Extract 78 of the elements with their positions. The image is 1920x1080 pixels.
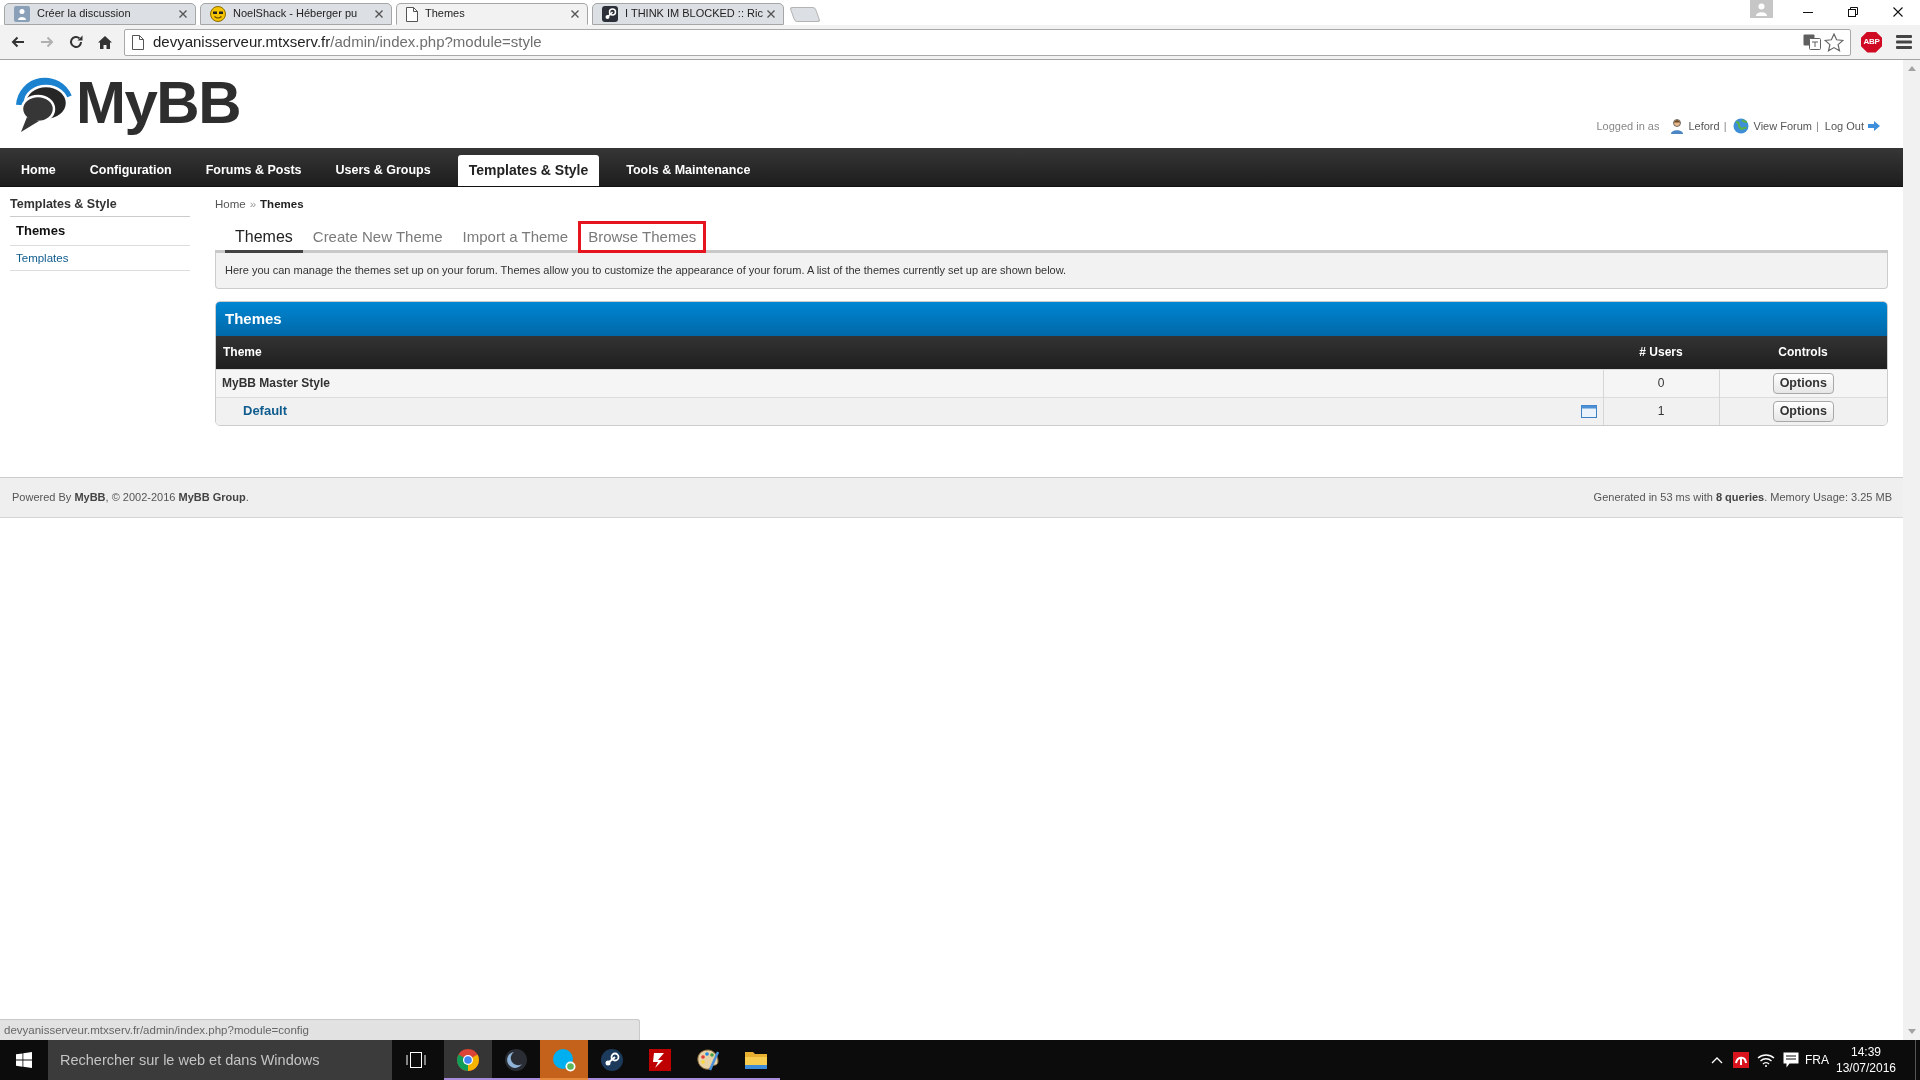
browser-tab[interactable]: I THINK IM BLOCKED :: Ric <box>592 3 784 25</box>
breadcrumb-current: Themes <box>260 197 304 212</box>
url-text: devyanisserveur.mtxserv.fr/admin/index.php?module=style <box>153 32 542 52</box>
address-field[interactable]: devyanisserveur.mtxserv.fr/admin/index.php?module=style <box>124 28 1851 56</box>
star-icon[interactable] <box>1824 32 1844 52</box>
minimize-icon[interactable] <box>1802 11 1813 13</box>
notification-icon[interactable] <box>1783 1052 1799 1068</box>
crescent-logo-icon <box>504 1048 528 1072</box>
bubble-badge-icon <box>552 1048 576 1072</box>
login-label: Logged in as <box>1596 119 1660 133</box>
status-url: devyanisserveur.mtxserv.fr/admin/index.php?module=config <box>0 1019 640 1040</box>
theme-link[interactable]: Default <box>243 403 288 420</box>
link-separator: | <box>1816 119 1819 133</box>
clock-date[interactable]: 13/07/2016 <box>1835 1060 1897 1076</box>
nav-tab[interactable]: Home <box>4 155 73 186</box>
header-link[interactable]: View Forum <box>1753 119 1812 133</box>
nav-tab[interactable]: Users & Groups <box>318 155 448 186</box>
nav-tab[interactable]: Tools & Maintenance <box>609 155 768 186</box>
nav-tab[interactable]: Configuration <box>72 155 189 186</box>
user-count: 0 <box>1603 369 1719 397</box>
bolt-tile-icon <box>648 1048 672 1072</box>
sidebar-link[interactable]: Themes <box>10 217 190 246</box>
right-arrow-icon <box>1868 121 1880 131</box>
browser-tab[interactable]: Créer la discussion <box>4 3 196 25</box>
user-count: 1 <box>1603 397 1719 425</box>
site-logo-text[interactable]: MyBB <box>76 72 240 134</box>
page-tab[interactable]: Create New Theme <box>302 221 453 253</box>
close-icon[interactable] <box>1892 7 1903 17</box>
page-icon <box>406 6 418 22</box>
theme-name: MyBB Master Style <box>222 375 331 391</box>
reload-icon[interactable] <box>68 35 83 49</box>
extension-button[interactable]: ABP <box>1861 31 1882 53</box>
wifi-icon[interactable] <box>1757 1053 1775 1067</box>
palette-icon <box>696 1048 720 1072</box>
header-link[interactable]: Log Out <box>1824 119 1864 133</box>
link-separator: | <box>1723 119 1727 133</box>
tile-logo-icon <box>602 6 618 22</box>
options-button[interactable]: Options <box>1772 400 1834 422</box>
tiles-icon[interactable] <box>16 1052 32 1068</box>
translate-icon[interactable] <box>1803 34 1821 50</box>
page-tab[interactable]: Import a Theme <box>452 221 579 253</box>
column-header: Theme <box>216 336 1603 369</box>
nav-tab[interactable]: Templates & Style <box>457 155 600 186</box>
column-header: Controls <box>1719 336 1887 369</box>
tile-figure-icon <box>14 6 30 22</box>
sidebar-heading: Templates & Style <box>10 197 190 217</box>
sidebar-link[interactable]: Templates <box>10 246 190 271</box>
browser-tab[interactable]: NoelShack - Héberger pu <box>200 3 392 25</box>
home-icon[interactable] <box>97 35 112 49</box>
page-tab[interactable]: Browse Themes <box>578 221 707 253</box>
clock-time[interactable]: 14:39 <box>1851 1044 1881 1060</box>
header-link[interactable]: Leford <box>1688 119 1720 133</box>
breadcrumb-link[interactable]: Home <box>215 197 246 212</box>
disc-logo-icon <box>600 1048 624 1072</box>
globe-icon <box>1732 118 1749 134</box>
back-arrow-icon[interactable] <box>10 36 25 48</box>
umbrella-tile-icon[interactable] <box>1733 1052 1749 1068</box>
taskbar-button[interactable] <box>444 1040 492 1080</box>
segmented-circle-icon <box>456 1048 480 1072</box>
column-header: # Users <box>1603 336 1719 369</box>
menu-icon[interactable] <box>1896 35 1912 49</box>
task-view-icon[interactable] <box>406 1052 426 1068</box>
description-text: Here you can manage the themes set up on your forum. Themes allow you to customize the appearance of your forum. A list of the themes currently set up are shown below. <box>225 264 1067 276</box>
chevron-up-icon[interactable] <box>1711 1056 1723 1064</box>
smiley-icon <box>210 6 226 22</box>
options-button[interactable]: Options <box>1772 372 1834 394</box>
language-indicator[interactable]: FRA <box>1803 1052 1831 1068</box>
close-icon[interactable] <box>571 10 579 18</box>
search-field[interactable]: Rechercher sur le web et dans Windows <box>48 1040 392 1080</box>
browser-tab[interactable]: Themes <box>396 3 588 25</box>
panel-title: Themes <box>216 302 1887 336</box>
page-icon <box>132 34 144 50</box>
footer-stats: Generated in 53 ms with 8 queries. Memory Usage: 3.25 MB <box>1593 490 1892 505</box>
restore-icon[interactable] <box>1847 7 1858 17</box>
nav-tab[interactable]: Forums & Posts <box>188 155 319 186</box>
footer-credits: Powered By MyBB, © 2002-2016 MyBB Group. <box>12 490 249 505</box>
breadcrumb-separator: » <box>249 197 257 212</box>
user-icon <box>1670 118 1685 134</box>
